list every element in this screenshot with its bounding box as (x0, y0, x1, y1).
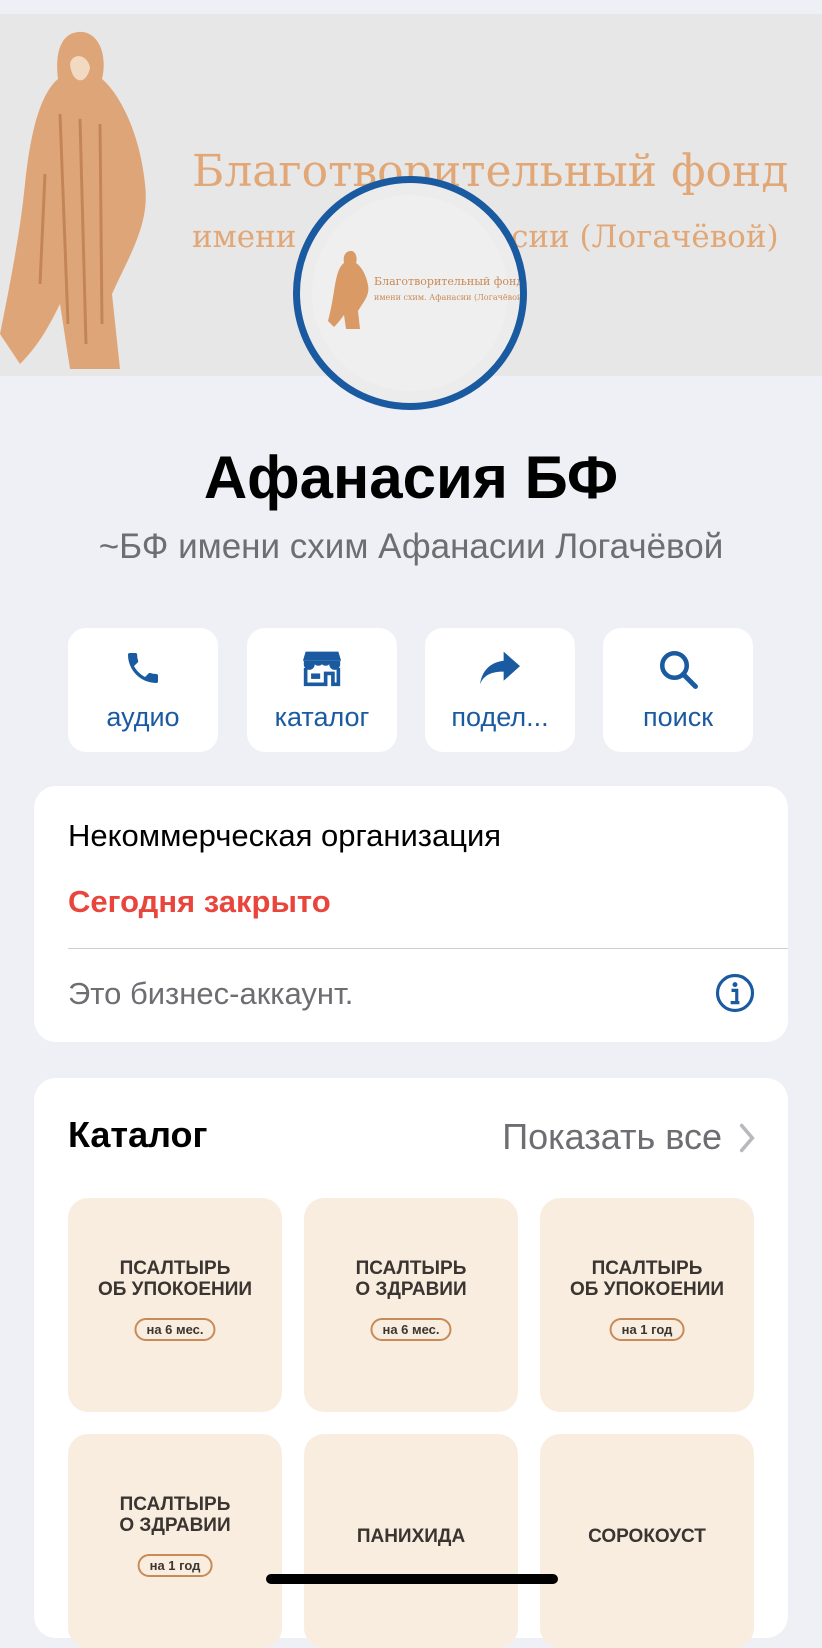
catalog-item[interactable]: ПСАЛТЫРЬ О ЗДРАВИИ на 1 год (68, 1434, 282, 1648)
catalog-item[interactable]: ПСАЛТЫРЬ ОБ УПОКОЕНИИ на 6 мес. (68, 1198, 282, 1412)
catalog-title: Каталог (68, 1114, 208, 1155)
catalog-button[interactable]: каталог (247, 628, 397, 752)
opening-status[interactable]: Сегодня закрыто (68, 884, 331, 920)
info-circle-icon[interactable] (714, 972, 756, 1014)
profile-subtitle: ~БФ имени схим Афанасии Логачёвой (98, 527, 724, 566)
catalog-item-badge: на 1 год (137, 1554, 213, 1577)
catalog-item-badge: на 1 год (609, 1318, 685, 1341)
catalog-item-title: ПСАЛТЫРЬ ОБ УПОКОЕНИИ (569, 1258, 725, 1300)
catalog-item-title: ПАНИХИДА (356, 1526, 466, 1547)
cover-title-line1: Благотворительный фонд (192, 146, 789, 197)
catalog-item[interactable]: ПАНИХИДА (304, 1434, 518, 1648)
catalog-item-badge: на 6 мес. (134, 1318, 216, 1341)
catalog-item-title: ПСАЛТЫРЬ ОБ УПОКОЕНИИ (97, 1258, 253, 1300)
share-arrow-icon (480, 651, 520, 685)
catalog-item[interactable]: ПСАЛТЫРЬ О ЗДРАВИИ на 6 мес. (304, 1198, 518, 1412)
profile-avatar[interactable]: Благотворительный фонд имени схим. Афана… (293, 176, 527, 410)
catalog-item[interactable]: ПСАЛТЫРЬ ОБ УПОКОЕНИИ на 1 год (540, 1198, 754, 1412)
business-account-note: Это бизнес-аккаунт. (68, 976, 354, 1011)
audio-call-button[interactable]: аудио (68, 628, 218, 752)
divider (68, 948, 788, 949)
profile-name: Афанасия БФ (203, 444, 619, 511)
chevron-right-icon[interactable] (738, 1122, 756, 1154)
search-icon (659, 650, 698, 689)
home-indicator[interactable] (266, 1574, 558, 1584)
avatar-text-line1: Благотворительный фонд (374, 275, 524, 288)
nun-figure-illustration (0, 31, 146, 370)
share-button-label: подел... (451, 702, 549, 732)
catalog-item-title: СОРОКОУСТ (588, 1526, 706, 1547)
storefront-icon (302, 651, 342, 687)
share-button[interactable]: подел... (425, 628, 575, 752)
catalog-item-title: ПСАЛТЫРЬ О ЗДРАВИИ (355, 1258, 467, 1300)
show-all-link[interactable]: Показать все (502, 1116, 722, 1158)
business-info-card: Некоммерческая организация Сегодня закры… (34, 786, 788, 1042)
catalog-section: Каталог Показать все ПСАЛТЫРЬ ОБ УПОКОЕН… (34, 1078, 788, 1648)
catalog-item-badge: на 6 мес. (370, 1318, 452, 1341)
business-category: Некоммерческая организация (68, 818, 502, 853)
audio-call-label: аудио (106, 702, 180, 732)
catalog-item[interactable]: СОРОКОУСТ (540, 1434, 754, 1648)
search-button[interactable]: поиск (603, 628, 753, 752)
search-button-label: поиск (642, 702, 714, 732)
avatar-text-line2: имени схим. Афанасии (Логачёвой) (374, 293, 526, 302)
catalog-button-label: каталог (274, 702, 370, 732)
catalog-item-title: ПСАЛТЫРЬ О ЗДРАВИИ (119, 1494, 231, 1536)
phone-icon (128, 653, 158, 683)
avatar-nun-figure (328, 250, 369, 329)
